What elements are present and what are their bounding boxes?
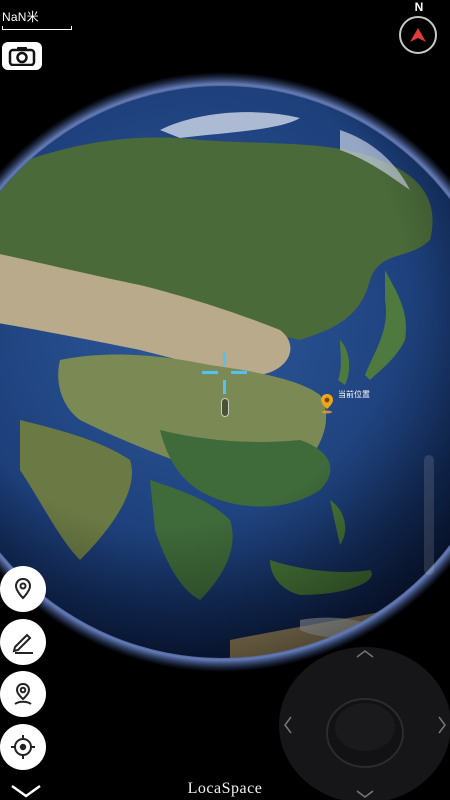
compass-ring[interactable] — [399, 16, 437, 54]
center-marker — [221, 398, 229, 417]
joystick[interactable] — [277, 645, 450, 800]
compass-north-label: N — [414, 0, 424, 14]
compass[interactable]: N — [398, 0, 440, 56]
camera-button[interactable] — [2, 42, 42, 70]
current-location-label: 当前位置 — [338, 390, 370, 399]
my-location-button[interactable] — [0, 724, 46, 770]
scale-bar: NaN米 — [2, 8, 72, 30]
scale-label: NaN米 — [2, 10, 39, 24]
current-location-pin-icon[interactable] — [320, 394, 334, 414]
target-icon — [10, 734, 36, 760]
camera-icon — [8, 46, 36, 66]
crosshair-icon — [200, 352, 250, 396]
location-button[interactable] — [0, 566, 46, 612]
zoom-slider[interactable] — [424, 455, 434, 575]
brand-label: LocaSpace — [187, 780, 263, 797]
route-pin-icon — [11, 682, 35, 706]
location-pin-icon — [12, 577, 34, 601]
route-button[interactable] — [0, 671, 46, 717]
pencil-icon — [11, 630, 35, 654]
draw-button[interactable] — [0, 619, 46, 665]
north-arrow-icon — [409, 27, 427, 43]
scale-line — [2, 26, 72, 30]
